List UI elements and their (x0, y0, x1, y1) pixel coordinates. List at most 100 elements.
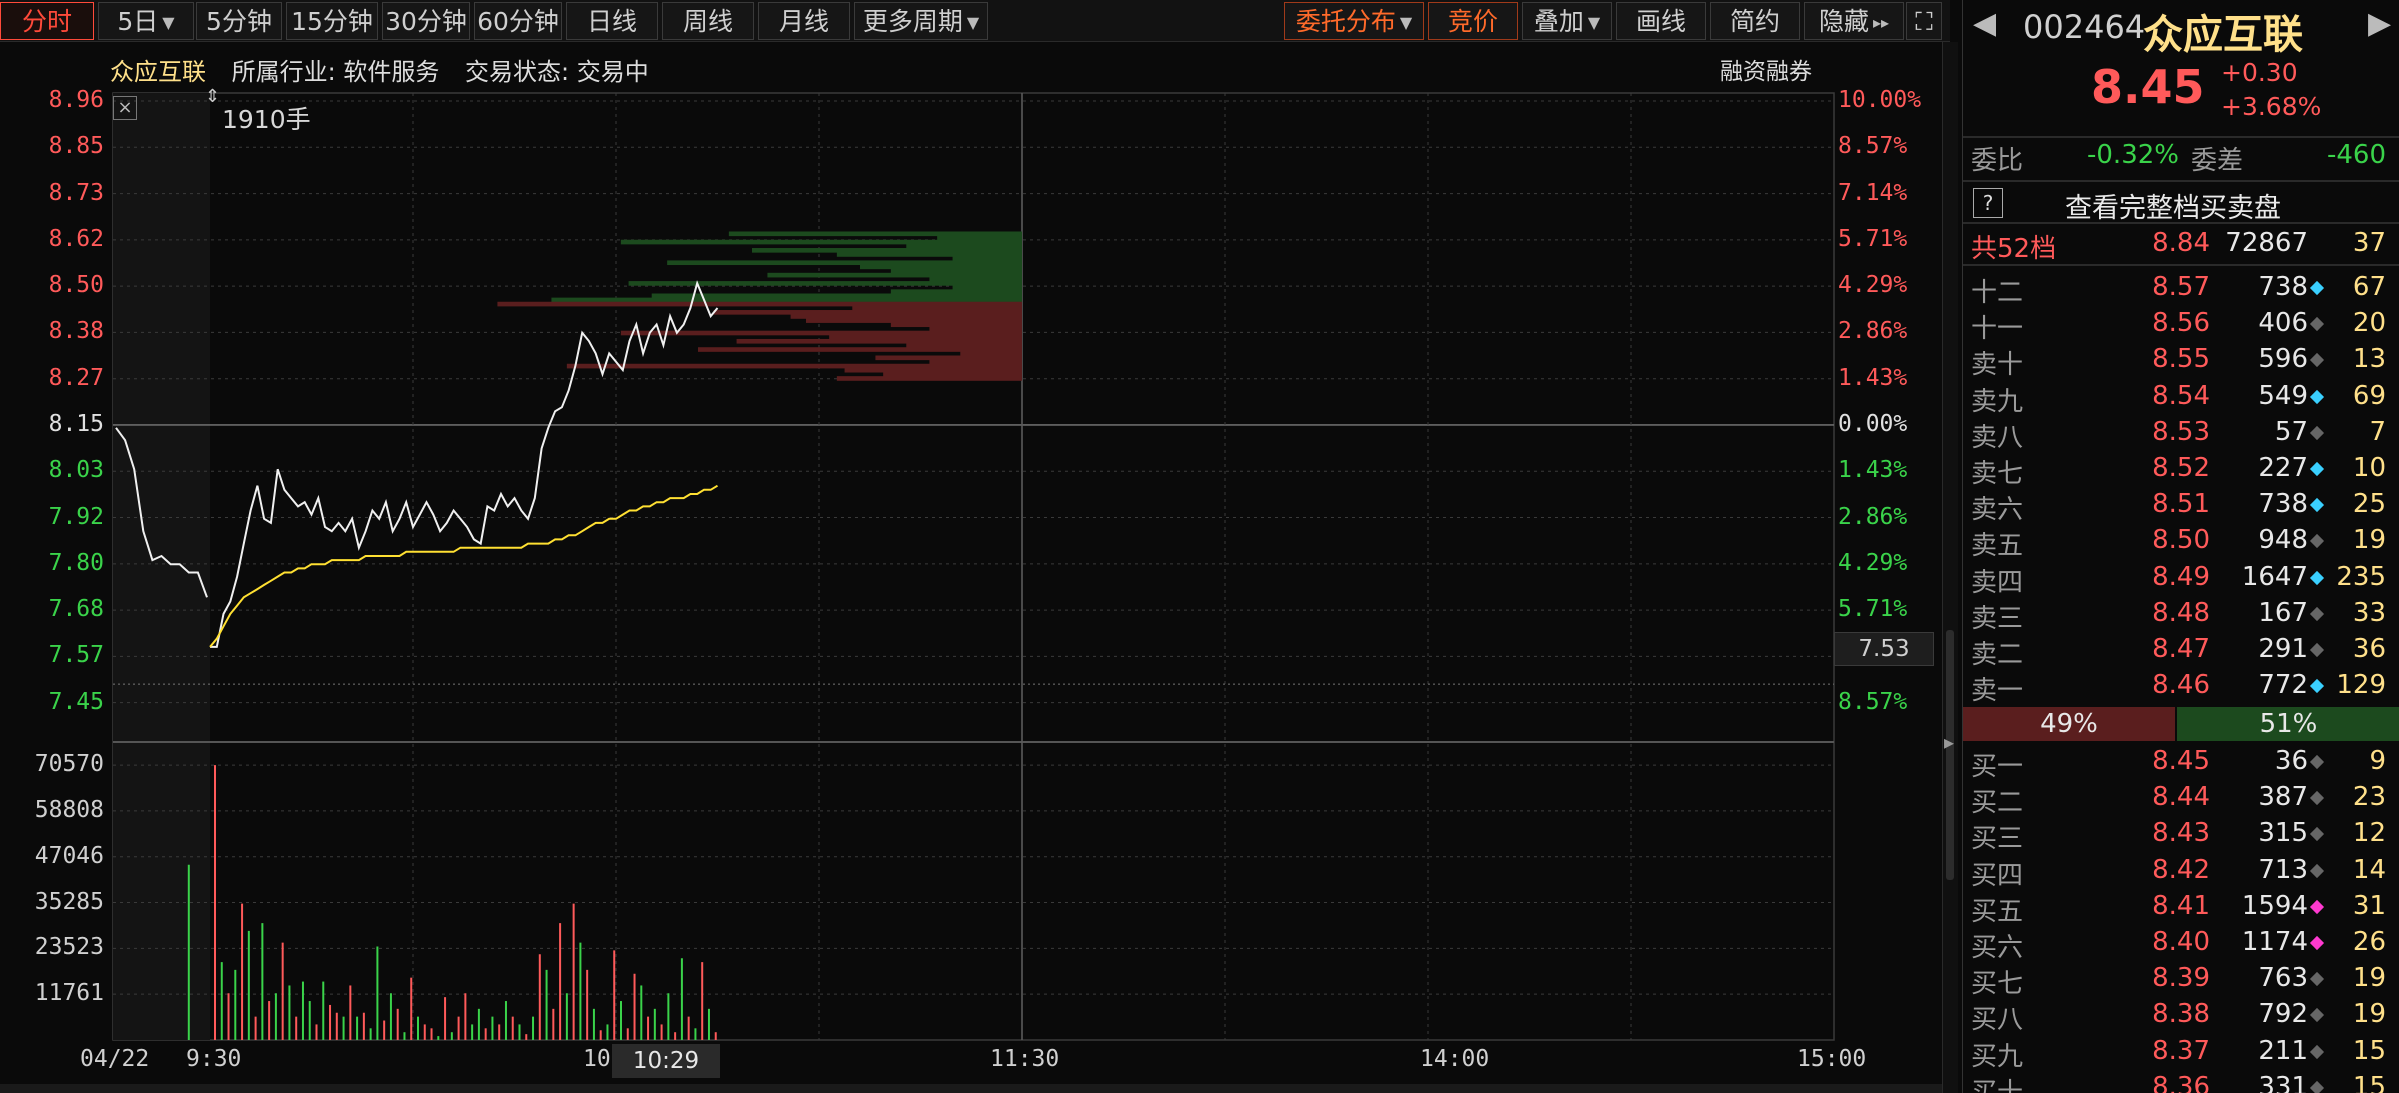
next-stock-icon[interactable]: ▶ (2368, 6, 2391, 41)
level-label: 卖八 (1971, 422, 2024, 453)
order-flag-icon (2309, 935, 2325, 951)
ask-row[interactable]: 卖九 8.54 549 69 (1963, 379, 2399, 417)
order-flag-icon (2309, 461, 2325, 477)
bid-row[interactable]: 买三 8.43 315 12 (1963, 816, 2399, 854)
period-tab-7[interactable]: 周线 (662, 2, 754, 40)
ask-row[interactable]: 十一 8.56 406 20 (1963, 306, 2399, 344)
bid-row[interactable]: 买九 8.37 211 15 (1963, 1034, 2399, 1072)
price-tick-label: 8.62 (48, 225, 104, 252)
level-count: 69 (2352, 380, 2386, 411)
ask-row[interactable]: 卖十 8.55 596 13 (1963, 342, 2399, 380)
level-volume: 315 (2258, 818, 2308, 849)
level-label: 卖六 (1971, 495, 2024, 526)
level-label: 买七 (1971, 969, 2024, 1000)
ask-row[interactable]: 十二 8.57 738 67 (1963, 270, 2399, 308)
period-tab-0[interactable]: 分时 (0, 2, 94, 40)
tool-button-2[interactable]: 叠加 ▼ (1522, 2, 1612, 40)
volume-tick-label: 11761 (34, 980, 104, 1007)
tool-button-0[interactable]: 委托分布 ▼ (1284, 2, 1424, 40)
ask-row[interactable]: 卖八 8.53 57 7 (1963, 415, 2399, 453)
period-tab-5[interactable]: 60分钟 (474, 2, 562, 40)
level-volume: 738 (2258, 272, 2308, 302)
help-icon[interactable]: ? (1973, 188, 2003, 218)
order-ratio-row: 委比 -0.32% 委差 -460 (1963, 140, 2399, 176)
fullscreen-icon[interactable]: ⛶ (1906, 2, 1942, 40)
period-tab-2[interactable]: 5分钟 (196, 2, 282, 40)
level-price: 8.52 (2152, 453, 2210, 483)
level-count: 10 (2352, 453, 2386, 483)
tool-button-5[interactable]: 隐藏 ▸▸ (1804, 2, 1904, 40)
level-price: 8.49 (2152, 561, 2210, 592)
period-tab-6[interactable]: 日线 (566, 2, 658, 40)
order-flag-icon (2309, 827, 2325, 842)
order-flag-icon (2309, 899, 2325, 914)
level-volume: 596 (2258, 344, 2308, 375)
period-tab-label: 月线 (778, 7, 829, 36)
tool-button-3[interactable]: 画线 (1616, 2, 1706, 40)
buy-distribution-bar (836, 376, 1022, 381)
order-flag-icon (2309, 606, 2325, 621)
prev-stock-icon[interactable]: ◀ (1973, 6, 1996, 41)
sell-distribution-bar (651, 293, 1022, 299)
sell-distribution-bar (836, 252, 1022, 257)
level-volume: 227 (2258, 453, 2308, 483)
period-tab-3[interactable]: 15分钟 (286, 2, 378, 40)
ask-row[interactable]: 卖四 8.49 1647 235 (1963, 560, 2399, 598)
bid-row[interactable]: 买七 8.39 763 19 (1963, 961, 2399, 1000)
period-tab-1[interactable]: 5日 ▼ (98, 2, 194, 40)
total-volume: 72867 (2225, 228, 2308, 258)
level-label: 买八 (1971, 1005, 2024, 1036)
level-volume: 1594 (2241, 890, 2308, 921)
ask-row[interactable]: 卖三 8.48 167 33 (1963, 596, 2399, 634)
prev-day-region (113, 93, 210, 1040)
period-tab-9[interactable]: 更多周期 ▼ (854, 2, 988, 40)
panel-splitter[interactable] (1942, 42, 1958, 1093)
ask-row[interactable]: 卖二 8.47 291 36 (1963, 632, 2399, 670)
bid-row[interactable]: 买八 8.38 792 19 (1963, 997, 2399, 1036)
level-price: 8.41 (2152, 890, 2210, 921)
order-flag-icon (2309, 570, 2325, 585)
period-tab-8[interactable]: 月线 (758, 2, 850, 40)
level-volume: 331 (2258, 1071, 2308, 1093)
bid-row[interactable]: 买五 8.41 1594 31 (1963, 889, 2399, 927)
sell-distribution-bar (860, 264, 1022, 270)
level-count: 13 (2352, 344, 2386, 375)
caret-down-icon: ▼ (1399, 13, 1413, 32)
collapse-handle-icon[interactable]: ▸ (1944, 730, 1956, 770)
bid-row[interactable]: 买一 8.45 36 9 (1963, 744, 2399, 782)
level-label: 卖二 (1971, 640, 2024, 670)
sell-distribution-bar (767, 272, 1022, 278)
level-label: 买九 (1971, 1041, 2024, 1072)
bid-row[interactable]: 买十 8.36 331 15 (1963, 1070, 2399, 1093)
sell-distribution-bar (890, 289, 1022, 294)
order-flag-icon (2309, 754, 2325, 770)
period-tab-4[interactable]: 30分钟 (382, 2, 470, 40)
tool-button-4[interactable]: 简约 (1710, 2, 1800, 40)
sell-distribution-bar (937, 235, 1022, 241)
time-tick-label: 11:30 (990, 1046, 1060, 1072)
tool-button-1[interactable]: 竞价 (1428, 2, 1518, 40)
order-flag-icon (2309, 425, 2325, 440)
volume-readout: 1910手 (222, 105, 311, 134)
full-book-button[interactable]: ? 查看完整档买卖盘 (1963, 184, 2399, 224)
intraday-chart[interactable] (0, 42, 1942, 1084)
bottom-tab-strip[interactable] (0, 1084, 1950, 1093)
level-price: 8.37 (2152, 1035, 2210, 1066)
ask-row[interactable]: 卖七 8.52 227 10 (1963, 451, 2399, 489)
level-volume: 792 (2258, 999, 2308, 1030)
ask-row[interactable]: 卖五 8.50 948 19 (1963, 523, 2399, 561)
bid-row[interactable]: 买四 8.42 713 14 (1963, 853, 2399, 891)
sell-distribution-bar (620, 239, 1022, 245)
ask-row[interactable]: 卖一 8.46 772 129 (1963, 668, 2399, 706)
buy-distribution-bar (620, 330, 1022, 336)
percent-tick-label: 2.86% (1838, 503, 1908, 530)
ask-row[interactable]: 卖六 8.51 738 25 (1963, 487, 2399, 526)
level-price: 8.38 (2152, 999, 2210, 1030)
price-line (210, 280, 719, 648)
bid-row[interactable]: 买六 8.40 1174 26 (1963, 925, 2399, 963)
bid-row[interactable]: 买二 8.44 387 23 (1963, 780, 2399, 818)
close-icon[interactable]: × (113, 96, 137, 120)
level-count: 26 (2352, 927, 2386, 957)
level-label: 卖七 (1971, 459, 2024, 489)
buy-distribution-bar (790, 314, 1022, 319)
